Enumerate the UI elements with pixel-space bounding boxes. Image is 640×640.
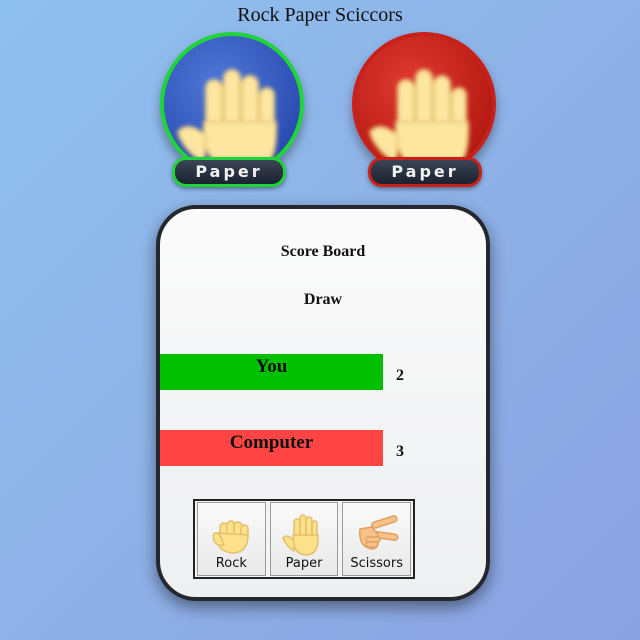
game-title: Rock Paper Sciccors xyxy=(237,4,403,26)
computer-choice-display xyxy=(352,32,496,176)
score-board-title: Score Board xyxy=(280,243,366,260)
rock-button[interactable]: Rock xyxy=(197,502,266,576)
victory-hand-icon xyxy=(358,515,399,550)
player-score-bar: You xyxy=(160,354,383,390)
computer-score-bar: Computer xyxy=(160,430,383,466)
choice-buttons: Rock Paper Scissors xyxy=(193,499,415,579)
scissors-button-label: Scissors xyxy=(350,556,403,571)
paper-button[interactable]: Paper xyxy=(269,502,339,576)
paper-button-label: Paper xyxy=(285,556,323,571)
computer-score: 3 xyxy=(396,443,404,460)
open-hand-icon xyxy=(282,514,319,556)
fist-icon xyxy=(212,520,250,554)
round-result: Draw xyxy=(303,291,343,308)
player-choice-display xyxy=(160,32,304,176)
scissors-button[interactable]: Scissors xyxy=(342,502,412,576)
score-board: Score Board Draw You 2 Computer 3 Rock P… xyxy=(156,205,490,601)
open-hand-icon xyxy=(368,69,469,172)
open-hand-icon xyxy=(176,69,277,172)
rock-button-label: Rock xyxy=(215,556,247,571)
player-choice-label: Paper xyxy=(172,157,286,187)
computer-choice-label: Paper xyxy=(368,157,482,187)
player-score: 2 xyxy=(396,367,404,384)
